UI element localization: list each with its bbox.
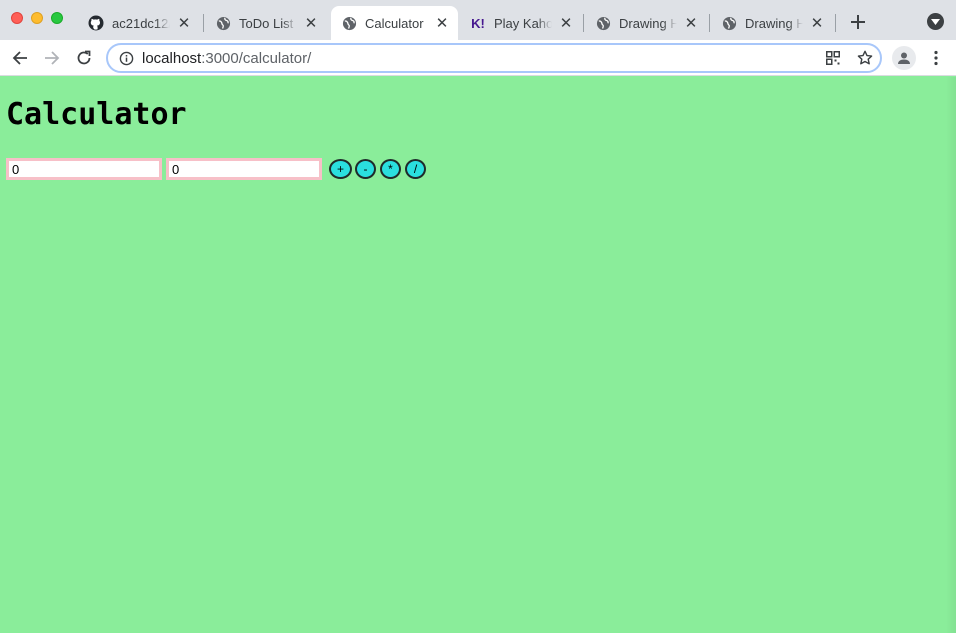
tab-separator	[835, 14, 836, 32]
tab-label: Calculator	[365, 15, 424, 31]
close-tab-icon[interactable]: ✕	[809, 15, 825, 32]
subtract-button[interactable]: -	[355, 159, 376, 179]
globe-icon	[721, 15, 737, 31]
kahoot-icon: K!	[471, 15, 485, 31]
url-host: localhost	[142, 49, 202, 67]
globe-icon	[341, 15, 357, 31]
close-tab-icon[interactable]: ✕	[434, 15, 450, 32]
globe-icon	[215, 15, 231, 31]
tab-separator	[709, 14, 710, 32]
reload-icon	[77, 50, 91, 65]
menu-button[interactable]	[926, 46, 946, 70]
tab-calculator[interactable]: Calculator ✕	[331, 6, 458, 40]
tab-label: Drawing Ho	[745, 15, 803, 31]
tab-github[interactable]: ac21dc12/a ✕	[78, 6, 200, 40]
tab-strip: ac21dc12/a ✕ ToDo List ✕ Calculator ✕ K!…	[0, 0, 956, 40]
divide-button[interactable]: /	[405, 159, 426, 179]
tab-label: Drawing Ho	[619, 15, 677, 31]
profile-button[interactable]	[892, 46, 916, 70]
close-tab-icon[interactable]: ✕	[176, 15, 192, 32]
url-path: :3000/calculator/	[201, 49, 312, 67]
tab-label: ac21dc12/a	[112, 15, 170, 31]
page-title: Calculator	[6, 97, 187, 132]
forward-button[interactable]	[40, 46, 64, 70]
maximize-window-button[interactable]	[51, 12, 63, 24]
star-icon[interactable]	[854, 45, 876, 71]
new-tab-button[interactable]	[846, 10, 870, 34]
tab-label: Play Kahoot	[494, 15, 552, 31]
back-button[interactable]	[8, 46, 32, 70]
tab-separator	[583, 14, 584, 32]
arrow-left-icon	[12, 51, 27, 65]
avatar-icon	[898, 52, 910, 64]
close-window-button[interactable]	[11, 12, 23, 24]
url-text: localhost:3000/calculator/	[142, 50, 311, 67]
add-button[interactable]: +	[329, 159, 352, 179]
tab-kahoot[interactable]: K! Play Kahoot ✕	[460, 6, 582, 40]
plus-icon	[851, 15, 865, 29]
tab-label: ToDo List	[239, 15, 294, 31]
close-tab-icon[interactable]: ✕	[683, 15, 699, 32]
reload-button[interactable]	[72, 46, 96, 70]
address-bar[interactable]: localhost:3000/calculator/	[106, 43, 882, 73]
page-content: Calculator + - * /	[0, 77, 956, 633]
kebab-menu-icon	[934, 50, 938, 66]
globe-icon	[595, 15, 611, 31]
tab-search-button[interactable]	[927, 13, 944, 30]
minimize-window-button[interactable]	[31, 12, 43, 24]
github-icon	[88, 15, 104, 31]
arrow-right-icon	[45, 51, 60, 65]
tab-drawing-1[interactable]: Drawing Ho ✕	[585, 6, 707, 40]
chevron-down-icon	[931, 18, 940, 25]
tab-todo-list[interactable]: ToDo List ✕	[205, 6, 327, 40]
browser-toolbar: localhost:3000/calculator/	[0, 40, 956, 76]
first-number-input[interactable]	[6, 158, 162, 180]
tab-separator	[203, 14, 204, 32]
close-tab-icon[interactable]: ✕	[558, 15, 574, 32]
close-tab-icon[interactable]: ✕	[303, 15, 319, 32]
scrollbar-track[interactable]	[946, 77, 956, 633]
qr-code-icon[interactable]	[822, 45, 844, 71]
multiply-button[interactable]: *	[380, 159, 401, 179]
info-icon[interactable]	[118, 50, 134, 66]
second-number-input[interactable]	[166, 158, 322, 180]
tab-drawing-2[interactable]: Drawing Ho ✕	[711, 6, 833, 40]
